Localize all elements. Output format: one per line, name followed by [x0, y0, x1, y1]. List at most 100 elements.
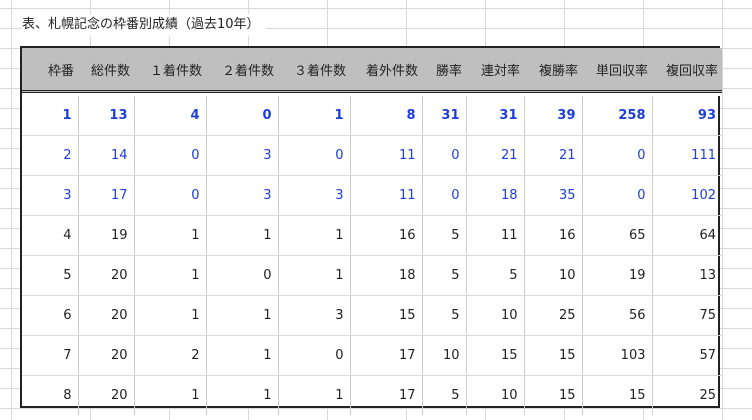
table-cell[interactable]: 1	[22, 96, 79, 136]
table-cell[interactable]: 102	[652, 175, 722, 216]
column-header[interactable]: ３着件数	[278, 48, 350, 93]
table-cell[interactable]: 13	[78, 96, 135, 136]
table-cell[interactable]: 11	[350, 175, 423, 216]
table-cell[interactable]: 5	[422, 215, 467, 256]
column-header[interactable]: ２着件数	[206, 48, 278, 93]
table-cell[interactable]: 0	[206, 255, 279, 296]
table-cell[interactable]: 15	[524, 375, 583, 415]
table-cell[interactable]: 11	[350, 135, 423, 176]
table-cell[interactable]: 10	[524, 255, 583, 296]
column-header[interactable]: 複回収率	[652, 48, 722, 93]
table-cell[interactable]: 18	[350, 255, 423, 296]
table-cell[interactable]: 17	[78, 175, 135, 216]
table-cell[interactable]: 4	[22, 215, 79, 256]
table-cell[interactable]: 5	[422, 375, 467, 415]
column-header[interactable]: 複勝率	[524, 48, 582, 93]
table-cell[interactable]: 14	[78, 135, 135, 176]
table-cell[interactable]: 20	[78, 335, 135, 376]
table-cell[interactable]: 5	[466, 255, 525, 296]
table-cell[interactable]: 75	[652, 295, 722, 336]
table-cell[interactable]: 13	[652, 255, 722, 296]
table-cell[interactable]: 10	[422, 335, 467, 376]
table-cell[interactable]: 16	[350, 215, 423, 256]
table-cell[interactable]: 1	[206, 215, 279, 256]
table-cell[interactable]: 65	[582, 215, 653, 256]
table-cell[interactable]: 10	[466, 375, 525, 415]
table-cell[interactable]: 31	[466, 96, 525, 136]
table-cell[interactable]: 0	[422, 135, 467, 176]
table-cell[interactable]: 11	[466, 215, 525, 256]
table-cell[interactable]: 35	[524, 175, 583, 216]
table-cell[interactable]: 0	[582, 135, 653, 176]
column-header[interactable]: 連対率	[466, 48, 524, 93]
table-cell[interactable]: 1	[278, 255, 351, 296]
table-cell[interactable]: 17	[350, 375, 423, 415]
table-cell[interactable]: 21	[524, 135, 583, 176]
table-cell[interactable]: 3	[278, 295, 351, 336]
table-cell[interactable]: 16	[524, 215, 583, 256]
table-cell[interactable]: 1	[134, 255, 207, 296]
table-cell[interactable]: 5	[422, 295, 467, 336]
table-cell[interactable]: 2	[134, 335, 207, 376]
table-cell[interactable]: 0	[134, 135, 207, 176]
table-cell[interactable]: 25	[524, 295, 583, 336]
table-cell[interactable]: 1	[206, 375, 279, 415]
table-cell[interactable]: 15	[582, 375, 653, 415]
table-cell[interactable]: 1	[278, 96, 351, 136]
table-cell[interactable]: 3	[22, 175, 79, 216]
table-cell[interactable]: 6	[22, 295, 79, 336]
table-cell[interactable]: 64	[652, 215, 722, 256]
column-header[interactable]: 着外件数	[350, 48, 422, 93]
table-cell[interactable]: 258	[582, 96, 653, 136]
table-cell[interactable]: 8	[22, 375, 79, 415]
table-cell[interactable]: 1	[134, 375, 207, 415]
table-cell[interactable]: 3	[206, 175, 279, 216]
table-cell[interactable]: 0	[134, 175, 207, 216]
table-cell[interactable]: 1	[278, 375, 351, 415]
table-cell[interactable]: 20	[78, 255, 135, 296]
table-cell[interactable]: 18	[466, 175, 525, 216]
table-cell[interactable]: 2	[22, 135, 79, 176]
table-cell[interactable]: 15	[350, 295, 423, 336]
table-cell[interactable]: 1	[134, 215, 207, 256]
table-cell[interactable]: 57	[652, 335, 722, 376]
table-cell[interactable]: 5	[22, 255, 79, 296]
table-cell[interactable]: 1	[206, 335, 279, 376]
table-cell[interactable]: 4	[134, 96, 207, 136]
table-cell[interactable]: 0	[582, 175, 653, 216]
table-cell[interactable]: 15	[524, 335, 583, 376]
table-cell[interactable]: 19	[78, 215, 135, 256]
table-cell[interactable]: 0	[278, 135, 351, 176]
column-header[interactable]: 単回収率	[582, 48, 652, 93]
table-cell[interactable]: 21	[466, 135, 525, 176]
table-cell[interactable]: 93	[652, 96, 722, 136]
table-cell[interactable]: 3	[206, 135, 279, 176]
table-cell[interactable]: 103	[582, 335, 653, 376]
column-header[interactable]: １着件数	[134, 48, 206, 93]
table-cell[interactable]: 111	[652, 135, 722, 176]
table-cell[interactable]: 0	[422, 175, 467, 216]
table-cell[interactable]: 20	[78, 375, 135, 415]
column-header[interactable]: 枠番	[22, 48, 78, 93]
column-header[interactable]: 勝率	[422, 48, 466, 93]
table-cell[interactable]: 56	[582, 295, 653, 336]
table-cell[interactable]: 1	[134, 295, 207, 336]
column-header[interactable]: 総件数	[78, 48, 134, 93]
table-cell[interactable]: 15	[466, 335, 525, 376]
table-cell[interactable]: 19	[582, 255, 653, 296]
table-cell[interactable]: 25	[652, 376, 722, 416]
table-cell[interactable]: 10	[466, 295, 525, 336]
table-cell[interactable]: 1	[206, 295, 279, 336]
table-cell[interactable]: 31	[422, 96, 467, 136]
table-cell[interactable]: 5	[422, 255, 467, 296]
table-cell[interactable]: 1	[278, 215, 351, 256]
table-cell[interactable]: 0	[278, 335, 351, 376]
table-cell[interactable]: 8	[350, 96, 423, 136]
table-cell[interactable]: 3	[278, 175, 351, 216]
sheet-title[interactable]: 表、札幌記念の枠番別成績（過去10年）	[22, 14, 266, 36]
table-cell[interactable]: 0	[206, 96, 279, 136]
table-cell[interactable]: 20	[78, 295, 135, 336]
table-cell[interactable]: 39	[524, 96, 583, 136]
table-cell[interactable]: 7	[22, 335, 79, 376]
table-cell[interactable]: 17	[350, 335, 423, 376]
